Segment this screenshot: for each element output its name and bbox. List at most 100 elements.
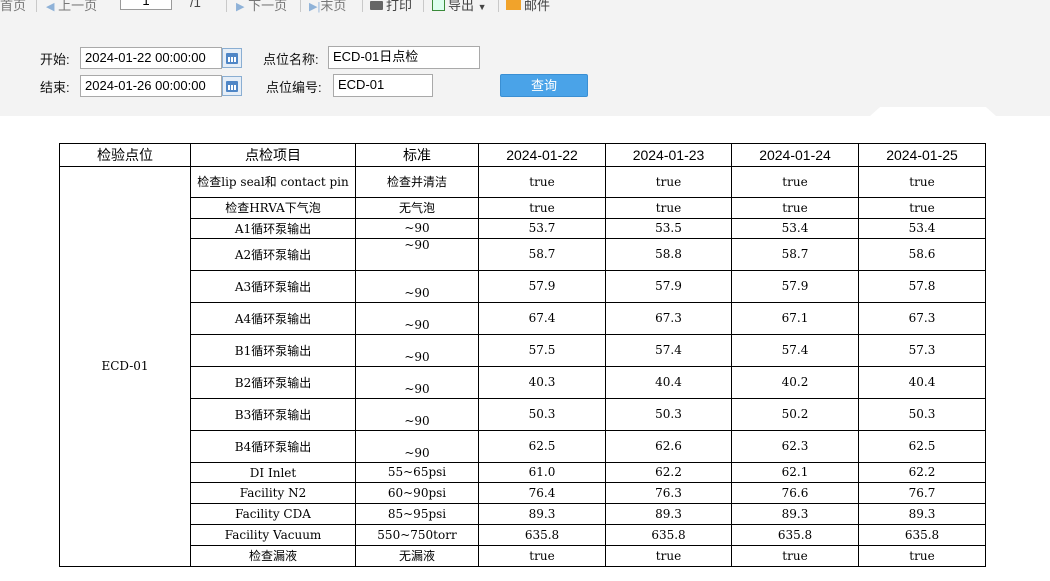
item-cell: B4循环泵输出	[190, 430, 356, 463]
value-cell: 635.8	[731, 524, 859, 546]
item-cell: B1循环泵输出	[190, 334, 356, 367]
toolbar-divider	[362, 0, 363, 12]
toolbar-divider	[498, 0, 499, 12]
value-cell: 57.9	[605, 270, 732, 303]
standard-cell: ~90	[355, 270, 479, 303]
item-cell: A3循环泵输出	[190, 270, 356, 303]
item-cell: 检查lip seal和 contact pin	[190, 166, 356, 198]
value-cell: 635.8	[478, 524, 606, 546]
print-button[interactable]: 打印	[370, 0, 412, 14]
mail-button[interactable]: 邮件	[506, 0, 550, 14]
standard-cell: 无气泡	[355, 197, 479, 219]
end-date-input[interactable]: 2024-01-26 00:00:00	[80, 75, 222, 97]
value-cell: true	[478, 545, 606, 567]
calendar-icon[interactable]	[222, 48, 242, 68]
item-cell: Facility CDA	[190, 503, 356, 525]
point-code-label: 点位编号:	[266, 80, 322, 95]
value-cell: true	[858, 545, 986, 567]
table-row: ECD-01 检查lip seal和 contact pin 检查并清洁 tru…	[59, 166, 986, 567]
value-cell: 62.2	[858, 462, 986, 483]
toolbar-divider	[423, 0, 424, 12]
value-cell: true	[858, 166, 986, 198]
point-name-label: 点位名称:	[263, 52, 319, 67]
table-row: 检查漏液 无漏液 true true true true	[60, 545, 986, 567]
calendar-icon[interactable]	[222, 76, 242, 96]
value-cell: 57.5	[478, 334, 606, 367]
table-row: B1循环泵输出 ~90 57.5 57.4 57.4 57.3	[60, 334, 986, 367]
next-page-label: 下一页	[248, 0, 288, 13]
value-cell: 62.2	[605, 462, 732, 483]
table-row: 检查HRVA下气泡 无气泡 true true true true	[60, 197, 986, 219]
value-cell: 62.3	[731, 430, 859, 463]
value-cell: 62.5	[478, 430, 606, 463]
value-cell: 58.7	[478, 238, 606, 271]
value-cell: 57.4	[605, 334, 732, 367]
item-cell: 检查漏液	[190, 545, 356, 567]
column-header: 标准	[355, 143, 479, 167]
first-page-button[interactable]: 首页	[0, 0, 26, 14]
item-cell: B3循环泵输出	[190, 398, 356, 431]
value-cell: 76.3	[605, 482, 732, 504]
query-button[interactable]: 查询	[500, 74, 588, 97]
item-cell: DI Inlet	[190, 462, 356, 483]
value-cell: 50.3	[478, 398, 606, 431]
inspection-report-table: 检验点位 点检项目 标准 2024-01-22 2024-01-23 2024-…	[59, 143, 986, 567]
prev-page-button[interactable]: ◀ 上一页	[46, 0, 97, 14]
value-cell: 62.6	[605, 430, 732, 463]
export-button[interactable]: 导出 ▼	[432, 0, 487, 14]
standard-cell: ~90	[355, 238, 479, 271]
column-header: 2024-01-23	[605, 143, 732, 167]
collapse-tab[interactable]	[870, 107, 996, 116]
standard-cell: 550~750torr	[355, 524, 479, 546]
value-cell: true	[605, 166, 732, 198]
last-page-button[interactable]: ▶|末页	[309, 0, 346, 14]
start-label: 开始:	[40, 52, 70, 67]
value-cell: 57.9	[478, 270, 606, 303]
value-cell: 40.3	[478, 366, 606, 399]
standard-cell: ~90	[355, 302, 479, 335]
value-cell: 635.8	[605, 524, 732, 546]
table-row: Facility N2 60~90psi 76.4 76.3 76.6 76.7	[60, 482, 986, 504]
value-cell: 67.1	[731, 302, 859, 335]
table-row: B4循环泵输出 ~90 62.5 62.6 62.3 62.5	[60, 430, 986, 463]
value-cell: true	[605, 197, 732, 219]
toolbar-divider	[300, 0, 301, 12]
start-date-input[interactable]: 2024-01-22 00:00:00	[80, 47, 222, 69]
table-row: A1循环泵输出 ~90 53.7 53.5 53.4 53.4	[60, 218, 986, 239]
value-cell: 89.3	[858, 503, 986, 525]
standard-cell: ~90	[355, 366, 479, 399]
value-cell: 40.4	[605, 366, 732, 399]
export-label: 导出	[448, 0, 475, 13]
table-row: B3循环泵输出 ~90 50.3 50.3 50.2 50.3	[60, 398, 986, 431]
standard-cell: ~90	[355, 430, 479, 463]
value-cell: 50.3	[858, 398, 986, 431]
point-name-input[interactable]: ECD-01日点检	[328, 46, 480, 69]
toolbar-divider	[226, 0, 227, 12]
page-number-input[interactable]	[120, 0, 172, 10]
table-header-row: 检验点位 点检项目 标准 2024-01-22 2024-01-23 2024-…	[59, 143, 986, 167]
value-cell: 58.6	[858, 238, 986, 271]
value-cell: 635.8	[858, 524, 986, 546]
value-cell: 57.4	[731, 334, 859, 367]
point-code-input[interactable]: ECD-01	[333, 74, 433, 97]
column-header: 检验点位	[59, 143, 191, 167]
value-cell: 57.8	[858, 270, 986, 303]
table-row: A3循环泵输出 ~90 57.9 57.9 57.9 57.8	[60, 270, 986, 303]
value-cell: true	[731, 545, 859, 567]
table-row: Facility Vacuum 550~750torr 635.8 635.8 …	[60, 524, 986, 546]
query-panel: 开始: 2024-01-22 00:00:00 点位名称: ECD-01日点检 …	[0, 14, 1050, 116]
item-cell: Facility Vacuum	[190, 524, 356, 546]
prev-page-label: 上一页	[58, 0, 98, 13]
next-page-button[interactable]: ▶ 下一页	[236, 0, 287, 14]
value-cell: true	[478, 197, 606, 219]
table-row: DI Inlet 55~65psi 61.0 62.2 62.1 62.2	[60, 462, 986, 483]
item-cell: A1循环泵输出	[190, 218, 356, 239]
value-cell: 40.4	[858, 366, 986, 399]
value-cell: 67.4	[478, 302, 606, 335]
mail-icon	[506, 0, 521, 10]
value-cell: 62.5	[858, 430, 986, 463]
value-cell: 50.2	[731, 398, 859, 431]
item-cell: Facility N2	[190, 482, 356, 504]
table-row: A4循环泵输出 ~90 67.4 67.3 67.1 67.3	[60, 302, 986, 335]
mail-label: 邮件	[524, 0, 551, 13]
